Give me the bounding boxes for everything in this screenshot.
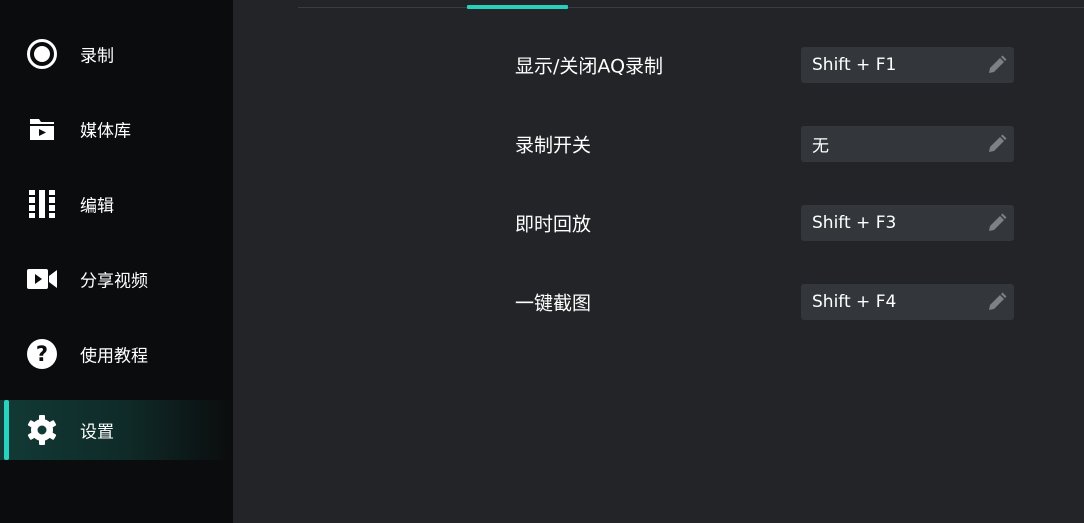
sidebar-item-label: 设置 <box>80 422 114 443</box>
hotkey-value: 无 <box>812 136 829 157</box>
hotkey-label: 显示/关闭AQ录制 <box>515 55 664 78</box>
help-icon: ? <box>26 338 58 370</box>
pencil-icon[interactable] <box>986 212 1008 234</box>
hotkey-row-instant-replay: 即时回放 Shift + F3 <box>0 205 1084 241</box>
gear-icon <box>26 414 58 446</box>
pencil-icon[interactable] <box>986 54 1008 76</box>
hotkey-value: Shift + F3 <box>812 213 897 233</box>
hotkey-row-screenshot: 一键截图 Shift + F4 <box>0 284 1084 320</box>
sidebar-item-settings[interactable]: 设置 <box>0 400 233 460</box>
sidebar-item-label: 使用教程 <box>80 346 148 367</box>
hotkey-field[interactable]: Shift + F1 <box>801 47 1014 83</box>
pencil-icon[interactable] <box>986 291 1008 313</box>
hotkey-label: 一键截图 <box>515 292 592 315</box>
hotkey-value: Shift + F1 <box>812 55 897 75</box>
hotkey-field[interactable]: Shift + F3 <box>801 205 1014 241</box>
svg-text:?: ? <box>36 342 48 366</box>
hotkey-label: 录制开关 <box>515 134 592 157</box>
hotkey-label: 即时回放 <box>515 213 592 236</box>
hotkey-value: Shift + F4 <box>812 292 897 312</box>
hotkey-row-record-toggle: 录制开关 无 <box>0 126 1084 162</box>
hotkey-field[interactable]: 无 <box>801 126 1014 162</box>
hotkey-field[interactable]: Shift + F4 <box>801 284 1014 320</box>
hotkey-row-toggle-aq: 显示/关闭AQ录制 Shift + F1 <box>0 47 1084 83</box>
tab-bar-divider <box>298 7 1084 8</box>
pencil-icon[interactable] <box>986 133 1008 155</box>
active-tab-indicator <box>467 5 568 9</box>
sidebar-item-tutorial[interactable]: ? 使用教程 <box>0 324 233 384</box>
